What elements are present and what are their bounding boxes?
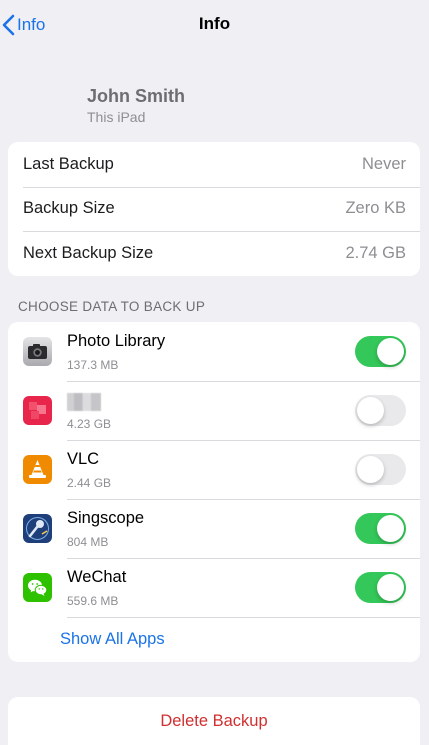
photo-library-toggle[interactable] xyxy=(355,336,406,367)
app-row-wechat: WeChat 559.6 MB xyxy=(8,558,420,617)
toggle-knob xyxy=(377,338,404,365)
wechat-toggle[interactable] xyxy=(355,572,406,603)
backup-size-row: Backup Size Zero KB xyxy=(8,186,420,232)
backup-size-value: Zero KB xyxy=(345,199,406,218)
device-header: John Smith This iPad xyxy=(87,86,185,125)
app-row-singscope: Singscope 804 MB xyxy=(8,499,420,558)
camera-icon xyxy=(23,337,52,366)
app-size: 804 MB xyxy=(67,535,109,549)
app-row-photo-library: Photo Library 137.3 MB xyxy=(8,322,420,381)
app-size: 4.23 GB xyxy=(67,417,112,431)
app-size: 137.3 MB xyxy=(67,358,119,372)
apps-backup-list: Photo Library 137.3 MB 4.23 GB VLC 2.44 … xyxy=(8,322,420,662)
backup-size-label: Backup Size xyxy=(23,199,115,218)
navigation-bar: Info Info xyxy=(0,0,429,50)
wechat-icon xyxy=(23,573,52,602)
next-backup-size-row: Next Backup Size 2.74 GB xyxy=(8,231,420,276)
app-row-redacted: 4.23 GB xyxy=(8,381,420,440)
delete-backup-button[interactable]: Delete Backup xyxy=(8,697,420,745)
last-backup-value: Never xyxy=(361,154,406,173)
app-name: Singscope xyxy=(67,509,145,527)
redacted-app-icon xyxy=(23,396,52,425)
app-size: 2.44 GB xyxy=(67,476,112,490)
next-backup-size-value: 2.74 GB xyxy=(345,243,406,262)
last-backup-row: Last Backup Never xyxy=(8,142,420,187)
redacted-app-toggle[interactable] xyxy=(355,395,406,426)
app-name: VLC xyxy=(67,450,100,468)
toggle-knob xyxy=(377,515,404,542)
app-name: Photo Library xyxy=(67,332,166,350)
app-size: 559.6 MB xyxy=(67,594,119,608)
singscope-toggle[interactable] xyxy=(355,513,406,544)
show-all-apps-row: Show All Apps xyxy=(8,617,420,662)
show-all-apps-link[interactable]: Show All Apps xyxy=(60,630,165,649)
app-row-vlc: VLC 2.44 GB xyxy=(8,440,420,499)
delete-backup-label: Delete Backup xyxy=(160,711,268,730)
backup-info-card: Last Backup Never Backup Size Zero KB Ne… xyxy=(8,142,420,276)
redacted-app-name xyxy=(67,393,101,411)
device-subtitle: This iPad xyxy=(87,109,146,125)
app-name: WeChat xyxy=(67,568,127,586)
toggle-knob xyxy=(357,456,384,483)
toggle-knob xyxy=(377,574,404,601)
last-backup-label: Last Backup xyxy=(23,154,114,173)
section-header: CHOOSE DATA TO BACK UP xyxy=(18,299,206,314)
vlc-toggle[interactable] xyxy=(355,454,406,485)
page-title: Info xyxy=(198,14,231,33)
next-backup-size-label: Next Backup Size xyxy=(23,243,154,262)
vlc-cone-icon xyxy=(23,455,52,484)
toggle-knob xyxy=(357,397,384,424)
microphone-icon xyxy=(23,514,52,543)
device-name: John Smith xyxy=(87,86,185,106)
